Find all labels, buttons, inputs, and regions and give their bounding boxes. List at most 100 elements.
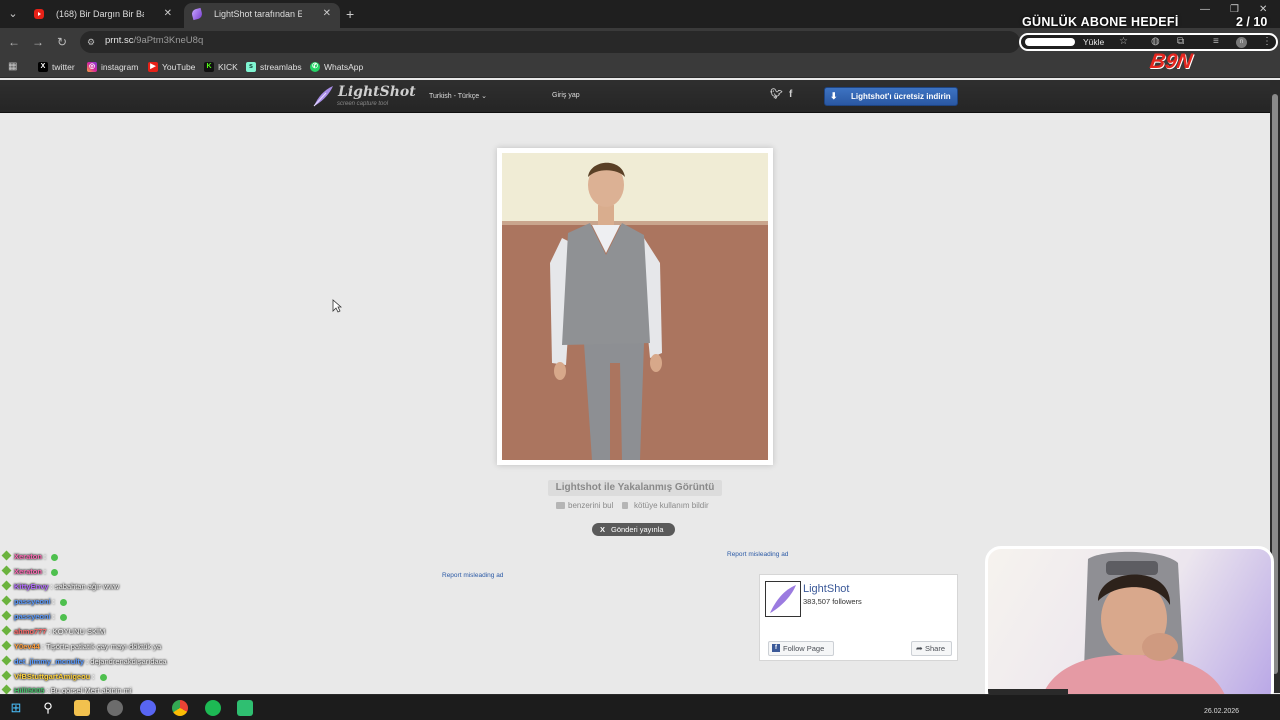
chat-message: Xeraton : — [1, 550, 59, 561]
chat-message: passyeoni : — [1, 595, 67, 606]
follow-page-button[interactable]: f Follow Page — [768, 641, 834, 656]
tab-youtube[interactable]: (168) Bir Dargın Bir Barışık! Yine ✕ — [26, 3, 181, 28]
spotify-icon[interactable] — [205, 700, 221, 716]
report-ad-link-left[interactable]: Report misleading ad — [442, 572, 503, 579]
tab-title: (168) Bir Dargın Bir Barışık! Yine — [56, 9, 144, 19]
search-icon[interactable]: ⚲ — [40, 700, 56, 716]
restore-icon[interactable]: ❐ — [1230, 4, 1239, 15]
facebook-f-icon[interactable]: f — [789, 89, 792, 100]
lightshot-page-avatar[interactable] — [765, 581, 801, 617]
extension-icon[interactable]: ◍ — [1151, 36, 1160, 47]
tab-lightshot[interactable]: LightShot tarafından Ekran Gör ✕ — [184, 3, 340, 28]
forward-icon[interactable]: → — [29, 33, 47, 51]
share-icon: ➦ — [916, 644, 923, 653]
report-ad-link-right[interactable]: Report misleading ad — [727, 551, 788, 558]
close-window-icon[interactable]: ✕ — [1259, 4, 1267, 15]
chat-emote-icon — [99, 673, 107, 681]
reload-icon[interactable]: ↻ — [53, 33, 71, 51]
url-text[interactable]: prnt.sc/9aPtm3KneU8q — [105, 35, 203, 46]
chat-username[interactable]: KittyEnvy — [14, 582, 49, 591]
lightshot-feather-icon[interactable] — [312, 85, 334, 107]
chat-separator: : — [50, 597, 57, 606]
lightshot-tagline: screen capture tool — [337, 101, 389, 107]
lightshot-header: LightShot screen capture tool Turkish - … — [0, 80, 1270, 113]
bookmark-streamlabs[interactable]: s streamlabs — [246, 59, 302, 75]
load-label[interactable]: Yükle — [1083, 37, 1104, 47]
youtube-icon: ▶ — [148, 62, 158, 72]
facebook-page-widget: LightShot 383,507 followers f Follow Page… — [759, 574, 958, 661]
discord-icon[interactable] — [140, 700, 156, 716]
language-selector[interactable]: Turkish - Türkçe ⌄ — [429, 92, 487, 100]
minimize-icon[interactable]: — — [1200, 4, 1210, 15]
bookmark-kick[interactable]: K KICK — [204, 59, 238, 75]
chat-username[interactable]: ahmo777 — [14, 627, 47, 636]
bookmark-instagram[interactable]: ◎ instagram — [87, 59, 138, 75]
subscriber-goal-title: GÜNLÜK ABONE HEDEFİ — [1022, 15, 1179, 29]
tab-close-icon[interactable]: ✕ — [164, 3, 172, 25]
apps-grid-icon[interactable]: ▦ — [8, 61, 19, 72]
bookmark-youtube[interactable]: ▶ YouTube — [148, 59, 195, 75]
login-link[interactable]: Giriş yap — [552, 92, 580, 99]
chat-username[interactable]: Xeraton — [14, 567, 42, 576]
tab-title: LightShot tarafından Ekran Gör — [214, 9, 302, 19]
stream-chat: Xeraton : Xeraton : KittyEnvy : sabahtan… — [0, 550, 300, 697]
profile-avatar[interactable]: n — [1236, 37, 1247, 48]
download-button[interactable]: ⬇ Lightshot'ı ücretsiz indirin — [824, 87, 958, 106]
site-info-icon[interactable]: ⚙ — [87, 36, 99, 48]
chat-username[interactable]: passyeoni — [14, 597, 51, 606]
file-explorer-icon[interactable] — [74, 700, 90, 716]
download-icon: ⬇ — [830, 91, 838, 101]
instagram-icon: ◎ — [87, 62, 97, 72]
app-icon[interactable] — [107, 700, 123, 716]
chat-message: ahmo777 : KOYUNU SKİM — [1, 625, 105, 636]
boy-portrait-photo — [502, 153, 768, 460]
chat-username[interactable]: Xeraton — [14, 552, 42, 561]
find-similar-link[interactable]: benzerini bul — [556, 501, 613, 510]
report-abuse-link[interactable]: kötüye kullanım bildir — [622, 501, 709, 510]
screenshot-image[interactable] — [502, 153, 768, 460]
chat-username[interactable]: det_jimmy_mcnulty — [14, 657, 84, 666]
tab-close-icon[interactable]: ✕ — [323, 3, 331, 25]
chat-emote-icon — [59, 613, 67, 621]
chat-message: det_jimmy_mcnulty : dejandrenakdışarıdac… — [1, 655, 167, 666]
chat-username[interactable]: Y0ev44 — [14, 642, 40, 651]
taskbar-date: 26.02.2026 — [1204, 708, 1240, 715]
chat-emote-icon — [51, 553, 59, 561]
tweet-button[interactable]: X Gönderi yayınla — [592, 523, 675, 536]
star-icon[interactable]: ☆ — [1119, 36, 1128, 47]
chat-message: Y0ev44 : Tişörte patlatık çay mayı döktü… — [1, 640, 161, 651]
chat-emote-icon — [51, 568, 59, 576]
screenshot-caption: Lightshot ile Yakalanmış Görüntü — [548, 480, 722, 496]
menu-dots-icon[interactable]: ⋮ — [1262, 36, 1272, 47]
tab-search-chevron-icon[interactable]: ⌄ — [4, 5, 22, 23]
chat-username[interactable]: passyeoni — [14, 612, 51, 621]
webcam-overlay — [985, 546, 1274, 707]
windows-start-icon[interactable]: ⊞ — [8, 700, 24, 716]
share-button[interactable]: ➦ Share — [911, 641, 952, 656]
twitter-bird-icon[interactable]: 🐦︎ — [770, 89, 783, 100]
streamlabs-icon[interactable] — [237, 700, 253, 716]
bookmark-twitter[interactable]: Xtwitter — [38, 59, 75, 75]
chat-badge-icon — [1, 565, 12, 576]
bookmark-whatsapp[interactable]: ✆ WhatsApp — [310, 59, 363, 75]
chat-badge-icon — [1, 610, 12, 621]
chat-emote-icon — [59, 598, 67, 606]
lightshot-feather-icon — [190, 7, 204, 21]
address-bar[interactable]: ⚙ prnt.sc/9aPtm3KneU8q — [80, 31, 1020, 53]
chat-message: VfBStuttgartAmigeou : — [1, 670, 107, 681]
image-icon — [556, 502, 565, 509]
chat-badge-icon — [1, 640, 12, 651]
streamlabs-icon: s — [246, 62, 256, 72]
new-tab-button[interactable]: + — [346, 5, 354, 23]
flag-icon — [622, 502, 628, 509]
goal-progress-fill — [1025, 38, 1075, 46]
chat-username[interactable]: VfBStuttgartAmigeou — [14, 672, 90, 681]
chrome-icon[interactable] — [172, 700, 188, 716]
back-icon[interactable]: ← — [5, 33, 23, 51]
lightshot-logo[interactable]: LightShot — [338, 84, 416, 100]
youtube-icon — [34, 9, 44, 19]
puzzle-icon[interactable]: ⧉ — [1177, 36, 1184, 47]
chat-message: Xeraton : — [1, 565, 59, 576]
media-icon[interactable]: ≡ — [1213, 36, 1219, 47]
facebook-page-name[interactable]: LightShot — [803, 583, 849, 595]
